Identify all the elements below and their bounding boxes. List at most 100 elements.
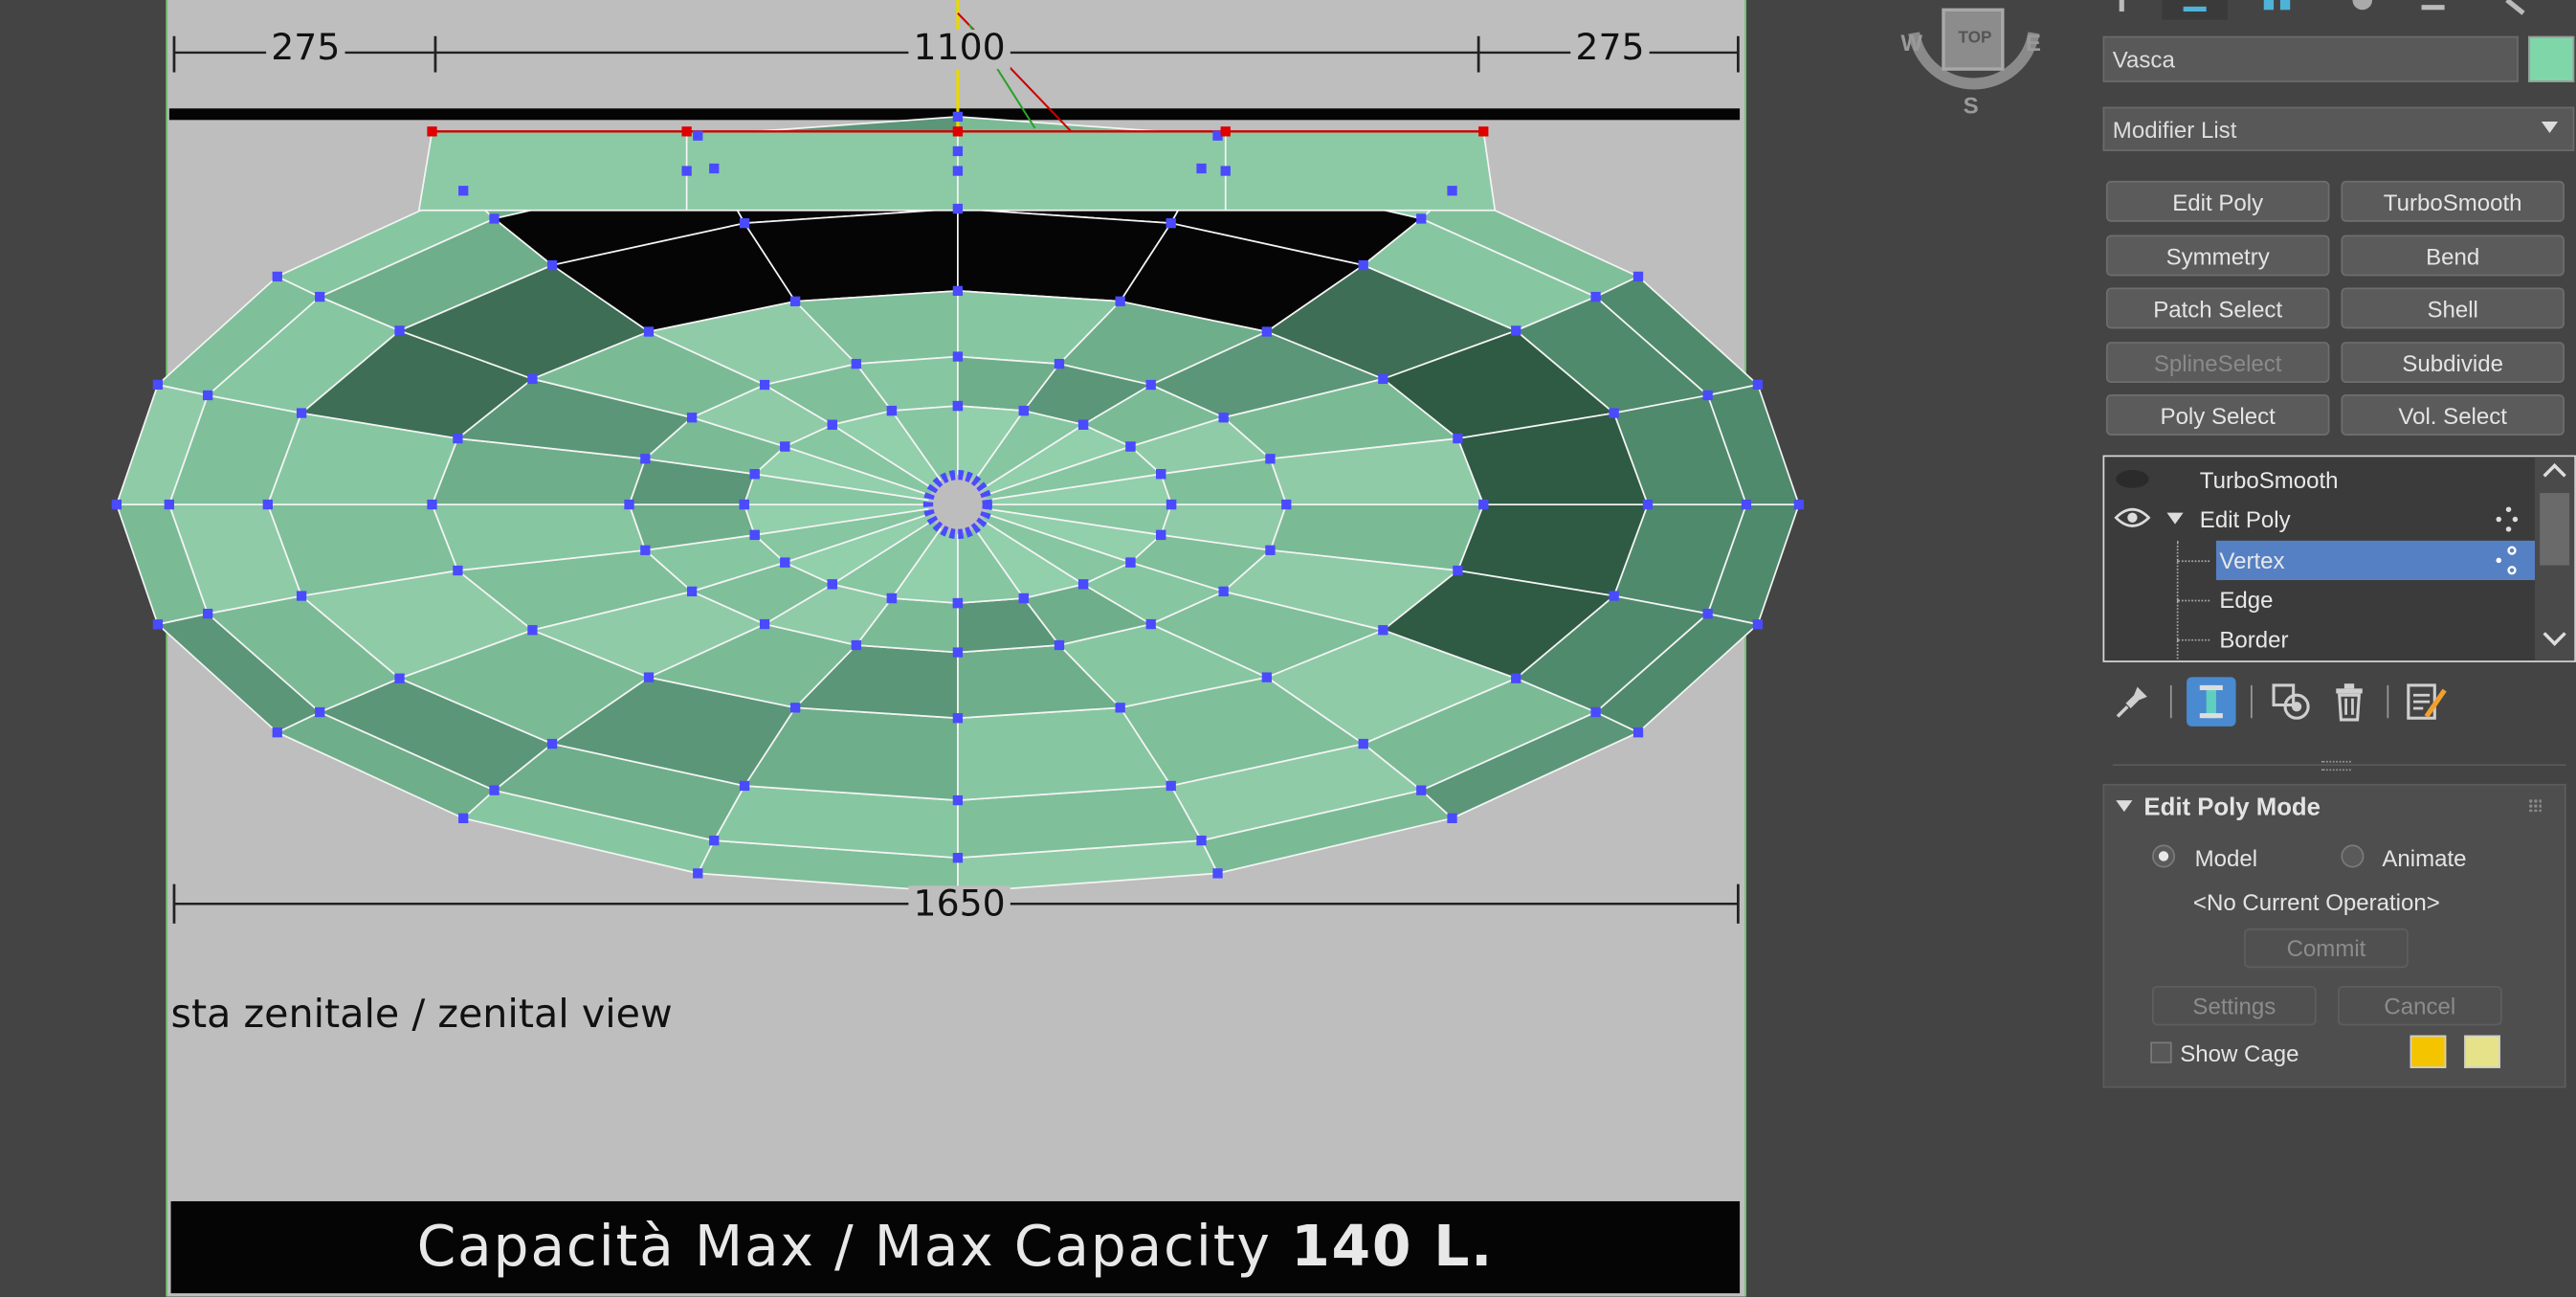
settings-button[interactable]: Settings — [2152, 986, 2317, 1026]
expand-triangle-icon[interactable] — [2166, 512, 2184, 525]
stack-item-turbosmooth[interactable]: TurboSmooth — [2104, 460, 2533, 500]
eye-icon[interactable] — [2114, 506, 2151, 534]
vertex — [1125, 441, 1136, 452]
modifier-button-edit-poly[interactable]: Edit Poly — [2105, 180, 2330, 222]
light-bulb-off-icon[interactable] — [2116, 470, 2149, 488]
model-radio[interactable] — [2152, 844, 2176, 868]
viewport[interactable]: 275 1100 275 1650 sta zenitale / zenital… — [0, 0, 2080, 1297]
cage-color-swatch-1[interactable] — [2409, 1035, 2447, 1068]
vertex — [952, 853, 964, 863]
vertex — [1145, 379, 1156, 391]
vertex — [152, 379, 164, 391]
object-name-field[interactable]: Vasca — [2102, 35, 2519, 82]
vertex — [152, 619, 164, 630]
vertex — [780, 441, 790, 452]
cage-color-swatch-2[interactable] — [2464, 1035, 2500, 1068]
vertex — [1115, 703, 1125, 713]
capacity-value: 140 L. — [1291, 1214, 1495, 1281]
modifier-button-subdivide[interactable]: Subdivide — [2341, 342, 2565, 384]
vertex — [739, 218, 750, 229]
rollout-title[interactable]: Edit Poly Mode — [2143, 792, 2321, 824]
vertex — [546, 738, 558, 749]
vertex — [527, 373, 538, 385]
hierarchy-tab-icon[interactable] — [2263, 0, 2275, 11]
animate-radio[interactable] — [2341, 844, 2365, 868]
remove-modifier-icon[interactable] — [2324, 677, 2374, 727]
command-panel-tabs[interactable] — [2093, 0, 2576, 23]
create-tab-icon[interactable] — [2119, 0, 2124, 12]
modifier-button-poly-select[interactable]: Poly Select — [2105, 394, 2330, 436]
modifier-button-label: SplineSelect — [2153, 348, 2282, 376]
vertex — [394, 673, 405, 683]
splitter-grip-icon[interactable] — [2321, 760, 2351, 771]
pin-stack-icon[interactable] — [2108, 677, 2158, 727]
vertex — [681, 166, 692, 176]
vertex — [759, 379, 770, 391]
show-cage-checkbox[interactable] — [2150, 1041, 2172, 1063]
configure-modifier-sets-icon[interactable] — [2402, 677, 2452, 727]
modifier-stack[interactable]: TurboSmooth Edit Poly Vertex Edge Border — [2102, 455, 2576, 662]
modifier-button-bend[interactable]: Bend — [2341, 235, 2565, 277]
utilities-tab-icon[interactable] — [2505, 0, 2525, 15]
viewcube-east-label[interactable]: E — [2026, 30, 2041, 56]
selected-vertex — [427, 126, 437, 137]
vertex — [1378, 625, 1388, 636]
scroll-thumb[interactable] — [2540, 493, 2570, 566]
vertex — [1156, 469, 1166, 480]
vertex — [164, 499, 174, 510]
vertex — [1145, 618, 1156, 630]
vertex — [1166, 499, 1177, 510]
viewcube-south-label[interactable]: S — [1964, 92, 1979, 118]
vertex — [709, 163, 720, 174]
chevron-up-icon[interactable] — [2543, 463, 2566, 487]
viewcube[interactable]: TOP W E S — [1898, 0, 2049, 119]
object-color-swatch[interactable] — [2528, 35, 2575, 82]
viewcube-top-label[interactable]: TOP — [1958, 30, 1991, 48]
vertex — [1265, 545, 1276, 555]
rollout-collapse-icon[interactable] — [2116, 800, 2133, 813]
show-cage-label: Show Cage — [2180, 1040, 2299, 1067]
modifier-button-splineselect[interactable]: SplineSelect — [2105, 342, 2330, 384]
vertex — [203, 390, 213, 401]
modifier-button-patch-select[interactable]: Patch Select — [2105, 287, 2330, 329]
stack-item-edge[interactable]: Edge — [2104, 580, 2533, 619]
show-end-result-icon[interactable] — [2187, 677, 2236, 727]
capacity-banner: Capacità Max / Max Capacity 140 L. — [170, 1200, 1741, 1294]
vertex — [1077, 419, 1089, 430]
vertex — [1018, 405, 1030, 416]
vertex — [827, 579, 837, 590]
view-caption: sta zenitale / zenital view — [170, 991, 673, 1038]
stack-item-edit-poly[interactable]: Edit Poly — [2104, 500, 2533, 539]
vertex — [1218, 586, 1229, 597]
stack-item-label: Border — [2219, 626, 2289, 653]
modifier-button-symmetry[interactable]: Symmetry — [2105, 235, 2330, 277]
modifier-button-turbosmooth[interactable]: TurboSmooth — [2341, 180, 2565, 222]
vertex — [952, 285, 964, 297]
vertex — [709, 835, 720, 846]
modify-tab-icon[interactable] — [2183, 6, 2207, 12]
stack-item-label: TurboSmooth — [2199, 466, 2339, 494]
commit-button[interactable]: Commit — [2244, 928, 2409, 969]
vertex — [546, 259, 558, 271]
edit-poly-mode-rollout: Edit Poly Mode Model Animate <No Current… — [2102, 783, 2566, 1088]
stack-item-border[interactable]: Border — [2104, 619, 2533, 659]
chevron-down-icon[interactable] — [2543, 622, 2566, 646]
vertex — [296, 408, 307, 418]
motion-tab-icon[interactable] — [2352, 0, 2373, 11]
cancel-button[interactable]: Cancel — [2338, 986, 2502, 1026]
vertex — [315, 706, 325, 718]
vertex — [952, 203, 964, 214]
make-unique-icon[interactable] — [2267, 677, 2317, 727]
display-tab-icon[interactable] — [2421, 5, 2445, 11]
selected-vertex — [681, 126, 692, 137]
modifier-button-shell[interactable]: Shell — [2341, 287, 2565, 329]
stack-scrollbar[interactable] — [2535, 457, 2575, 661]
stack-item-vertex[interactable]: Vertex — [2104, 540, 2536, 661]
modifier-list-dropdown[interactable]: Modifier List — [2102, 106, 2575, 151]
modifier-button-vol-select[interactable]: Vol. Select — [2341, 394, 2565, 436]
mesh-svg[interactable] — [0, 0, 2079, 1297]
mesh-hub — [922, 470, 992, 540]
viewcube-west-label[interactable]: W — [1900, 30, 1922, 56]
vertex — [1447, 186, 1457, 196]
modifier-button-label: Shell — [2427, 295, 2478, 322]
